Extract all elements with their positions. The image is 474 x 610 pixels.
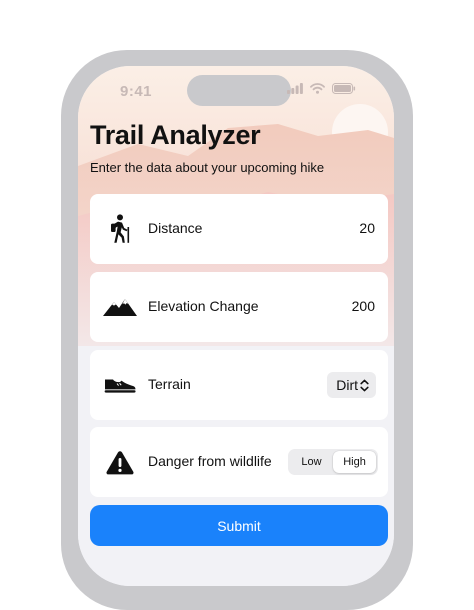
terrain-row[interactable]: Terrain Dirt	[90, 350, 388, 420]
warning-triangle-icon	[102, 445, 138, 479]
segment-high[interactable]: High	[333, 451, 376, 473]
danger-from-wildlife-label: Danger from wildlife	[148, 453, 272, 469]
danger-level-segmented-control[interactable]: Low High	[288, 449, 378, 475]
hiker-icon	[102, 212, 138, 246]
battery-icon	[332, 83, 356, 94]
elevation-change-row[interactable]: Elevation Change 200	[90, 272, 388, 342]
chevron-up-down-icon	[360, 379, 369, 391]
terrain-picker-value: Dirt	[336, 377, 358, 393]
page-subtitle: Enter the data about your upcoming hike	[90, 160, 325, 175]
distance-label: Distance	[148, 220, 203, 236]
terrain-label: Terrain	[148, 376, 191, 392]
mountains-icon	[102, 290, 138, 324]
wifi-icon	[310, 83, 325, 94]
danger-from-wildlife-row[interactable]: Danger from wildlife Low High	[90, 427, 388, 497]
status-icons	[287, 83, 356, 94]
page-title: Trail Analyzer	[90, 120, 261, 150]
signal-icon	[287, 83, 303, 94]
app-screen: 9:41 Trail Analyzer Enter the data about…	[78, 66, 394, 586]
distance-row[interactable]: Distance 20	[90, 194, 388, 264]
segment-low[interactable]: Low	[290, 451, 333, 473]
terrain-picker[interactable]: Dirt	[327, 372, 376, 398]
distance-value[interactable]: 20	[359, 220, 375, 236]
dynamic-island	[187, 75, 291, 106]
status-time: 9:41	[120, 83, 153, 100]
submit-button[interactable]: Submit	[90, 505, 388, 546]
shoe-icon	[102, 368, 138, 402]
elevation-change-label: Elevation Change	[148, 298, 259, 314]
elevation-change-value[interactable]: 200	[352, 298, 375, 314]
